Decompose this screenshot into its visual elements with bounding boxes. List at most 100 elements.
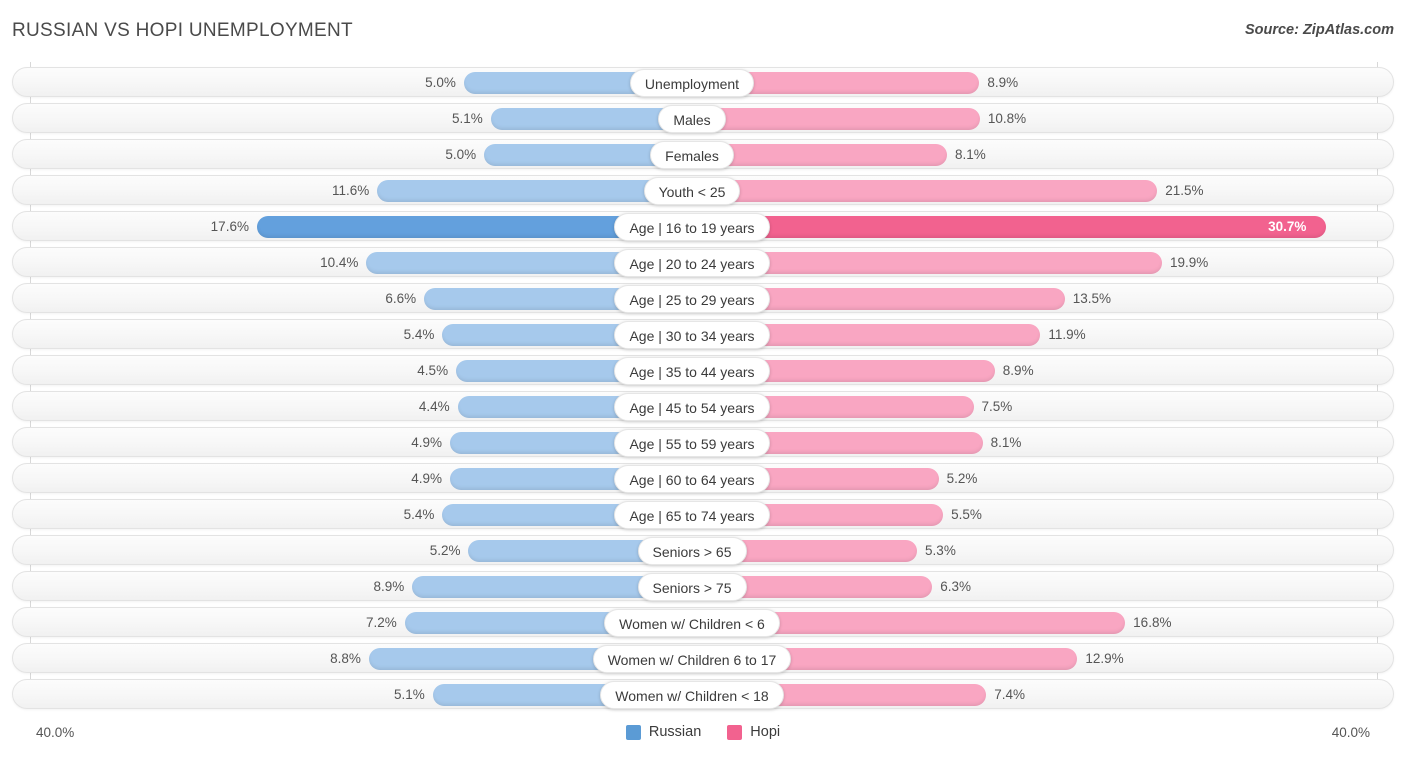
chart-header: RUSSIAN VS HOPI UNEMPLOYMENT Source: Zip…	[0, 0, 1406, 62]
bar-hopi[interactable]	[759, 288, 1065, 310]
value-label-hopi: 8.9%	[987, 75, 1019, 90]
bar-russian[interactable]	[456, 360, 625, 382]
table-row[interactable]: 5.0% 8.9% Unemployment	[12, 67, 1394, 97]
bar-hopi[interactable]	[759, 324, 1041, 346]
value-label-russian: 10.4%	[320, 255, 359, 270]
bar-russian[interactable]	[457, 396, 625, 418]
chart-page: RUSSIAN VS HOPI UNEMPLOYMENT Source: Zip…	[0, 0, 1406, 757]
row-category-label: Age | 20 to 24 years	[614, 249, 770, 277]
bar-hopi[interactable]	[769, 612, 1126, 634]
bar-russian[interactable]	[377, 180, 654, 202]
value-label-hopi: 21.5%	[1165, 183, 1204, 198]
bar-hopi[interactable]	[781, 648, 1078, 670]
value-label-hopi: 8.9%	[1002, 363, 1034, 378]
bar-russian[interactable]	[404, 612, 615, 634]
value-label-russian: 4.9%	[411, 435, 442, 450]
bar-russian[interactable]	[449, 432, 625, 454]
bar-russian[interactable]	[484, 144, 661, 166]
bar-russian[interactable]	[424, 288, 625, 310]
bar-russian[interactable]	[432, 684, 611, 706]
bar-hopi[interactable]	[759, 396, 974, 418]
bar-russian[interactable]	[468, 540, 648, 562]
row-category-label: Women w/ Children 6 to 17	[592, 645, 792, 673]
value-label-hopi: 5.2%	[946, 471, 978, 486]
value-label-russian: 5.1%	[452, 111, 483, 126]
row-category-label: Age | 65 to 74 years	[614, 501, 770, 529]
bar-russian[interactable]	[442, 324, 625, 346]
value-label-hopi: 19.9%	[1170, 255, 1209, 270]
value-label-russian: 5.2%	[429, 543, 461, 558]
table-row[interactable]: 4.9% 8.1% Age | 55 to 59 years	[12, 427, 1394, 457]
value-label-russian: 7.2%	[365, 615, 397, 630]
table-row[interactable]: 11.6% 21.5% Youth < 25	[12, 175, 1394, 205]
table-row[interactable]: 5.2% 5.3% Seniors > 65	[12, 535, 1394, 565]
row-category-label: Seniors > 75	[637, 573, 747, 601]
bar-hopi[interactable]	[730, 180, 1158, 202]
value-label-hopi: 8.1%	[990, 435, 1022, 450]
value-label-russian: 4.5%	[417, 363, 449, 378]
table-row[interactable]: 8.8% 12.9% Women w/ Children 6 to 17	[12, 643, 1394, 673]
value-label-hopi: 5.5%	[951, 507, 982, 522]
legend-label: Hopi	[750, 724, 781, 740]
table-row[interactable]: 5.1% 10.8% Males	[12, 103, 1394, 133]
table-row[interactable]: 17.6% 30.7% Age | 16 to 19 years	[12, 211, 1394, 241]
value-label-russian: 5.0%	[445, 147, 477, 162]
value-label-russian: 5.4%	[403, 507, 435, 522]
bar-russian[interactable]	[449, 468, 625, 490]
value-label-hopi: 7.5%	[981, 399, 1013, 414]
bar-hopi[interactable]	[759, 252, 1162, 274]
bar-hopi[interactable]	[773, 684, 987, 706]
bar-hopi[interactable]	[715, 108, 980, 130]
bar-russian[interactable]	[490, 108, 669, 130]
bar-hopi[interactable]	[759, 504, 944, 526]
table-row[interactable]: 5.1% 7.4% Women w/ Children < 18	[12, 679, 1394, 709]
table-row[interactable]: 5.4% 5.5% Age | 65 to 74 years	[12, 499, 1394, 529]
table-row[interactable]: 5.4% 11.9% Age | 30 to 34 years	[12, 319, 1394, 349]
value-label-hopi: 10.8%	[987, 111, 1027, 126]
table-row[interactable]: 4.5% 8.9% Age | 35 to 44 years	[12, 355, 1394, 385]
bar-russian[interactable]	[412, 576, 648, 598]
value-label-russian: 5.0%	[425, 75, 456, 90]
table-row[interactable]: 6.6% 13.5% Age | 25 to 29 years	[12, 283, 1394, 313]
row-category-label: Women w/ Children < 6	[604, 609, 780, 637]
bar-hopi[interactable]	[736, 540, 918, 562]
value-label-russian: 5.4%	[403, 327, 435, 342]
bar-hopi[interactable]	[759, 360, 995, 382]
bar-russian[interactable]	[442, 504, 625, 526]
row-category-label: Unemployment	[629, 69, 755, 97]
value-label-russian: 4.4%	[418, 399, 450, 414]
blue-square-swatch	[625, 724, 641, 740]
table-row[interactable]: 8.9% 6.3% Seniors > 75	[12, 571, 1394, 601]
table-row[interactable]: 10.4% 19.9% Age | 20 to 24 years	[12, 247, 1394, 277]
legend-item[interactable]: Hopi	[727, 724, 780, 740]
value-label-russian: 11.6%	[332, 183, 370, 198]
source-attribution: Source: ZipAtlas.com	[1244, 22, 1394, 38]
value-label-hopi: 6.3%	[940, 579, 972, 594]
table-row[interactable]: 7.2% 16.8% Women w/ Children < 6	[12, 607, 1394, 637]
legend-item[interactable]: Russian	[625, 724, 702, 740]
bar-hopi[interactable]	[759, 216, 1327, 238]
bar-russian[interactable]	[366, 252, 625, 274]
value-label-hopi: 11.9%	[1048, 327, 1086, 342]
chart-plot-area: 5.0% 8.9% Unemployment 5.1% 10.8% Males 5.0% 8.…	[0, 62, 1406, 719]
bar-hopi[interactable]	[736, 576, 933, 598]
row-category-label: Females	[650, 141, 734, 169]
bar-russian[interactable]	[368, 648, 603, 670]
bar-hopi[interactable]	[759, 468, 939, 490]
row-category-label: Age | 45 to 54 years	[614, 393, 770, 421]
value-label-russian: 5.1%	[393, 687, 425, 702]
legend-label: Russian	[648, 724, 702, 740]
bar-russian[interactable]	[463, 72, 640, 94]
bar-hopi[interactable]	[759, 432, 983, 454]
table-row[interactable]: 5.0% 8.1% Females	[12, 139, 1394, 169]
table-row[interactable]: 4.9% 5.2% Age | 60 to 64 years	[12, 463, 1394, 493]
row-category-label: Youth < 25	[643, 177, 741, 205]
table-row[interactable]: 4.4% 7.5% Age | 45 to 54 years	[12, 391, 1394, 421]
value-label-russian: 8.9%	[373, 579, 405, 594]
chart-footer: 40.0% 40.0% Russian Hopi	[0, 719, 1406, 757]
value-label-hopi: 7.4%	[994, 687, 1025, 702]
bar-hopi[interactable]	[723, 144, 947, 166]
row-category-label: Males	[658, 105, 726, 133]
bar-russian[interactable]	[256, 216, 625, 238]
bar-hopi[interactable]	[744, 72, 980, 94]
